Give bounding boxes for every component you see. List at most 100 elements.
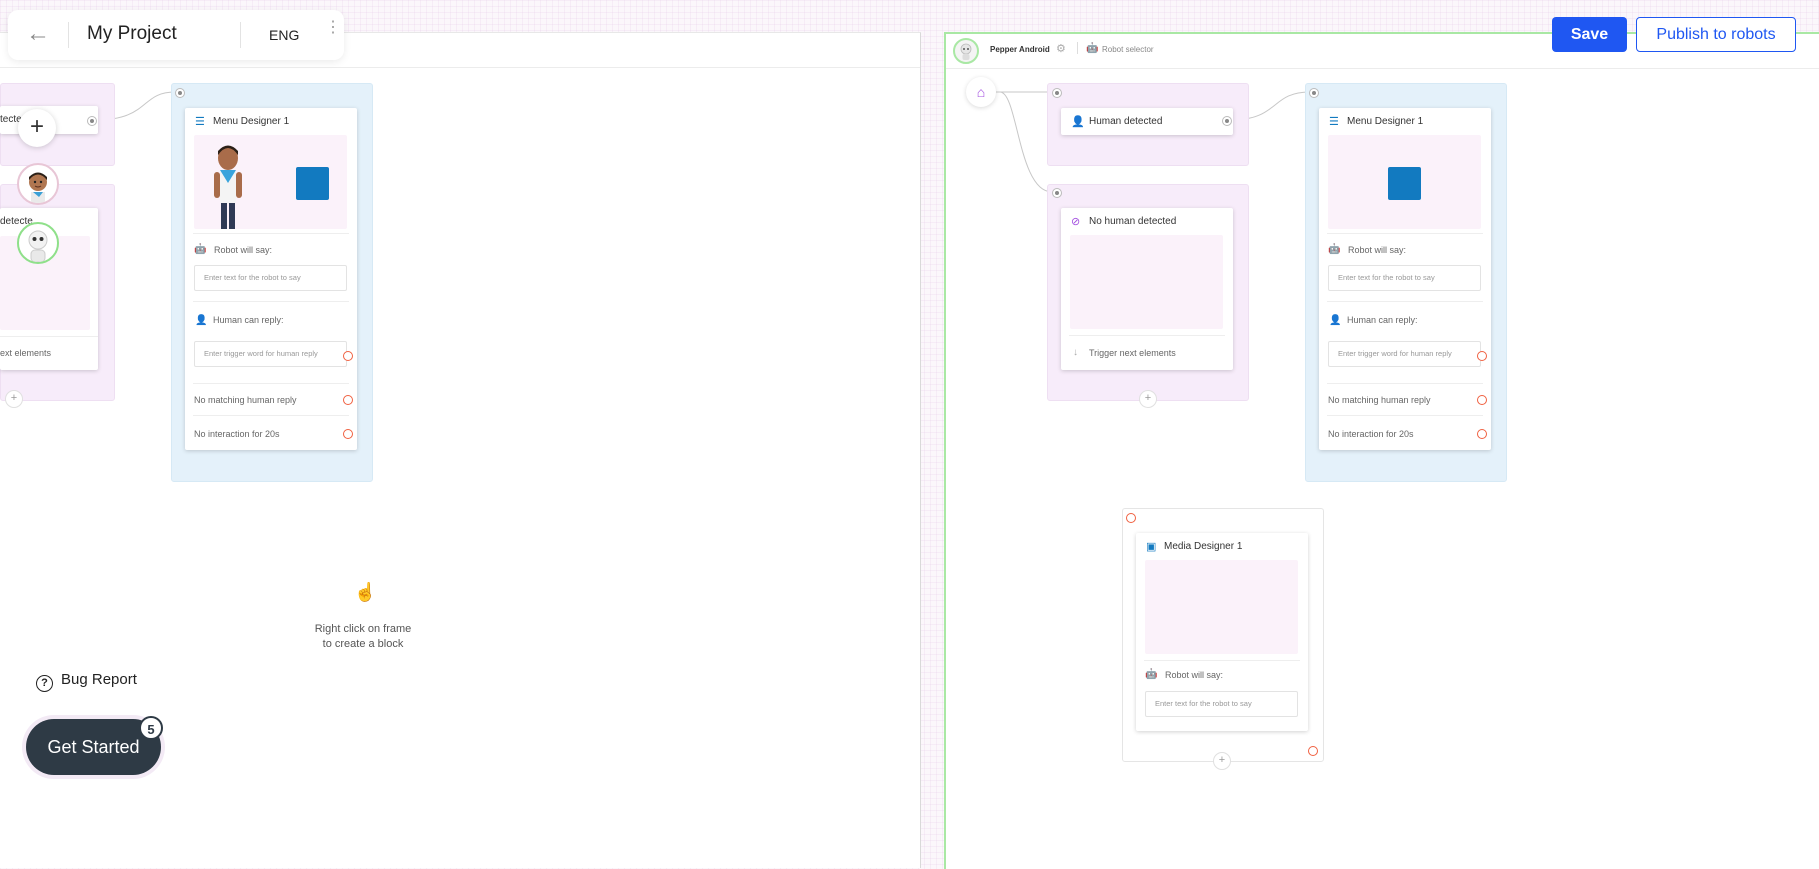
no-interaction-label: No interaction for 20s <box>194 429 280 439</box>
save-button[interactable]: Save <box>1552 17 1627 52</box>
divider <box>0 336 98 337</box>
card-title: No human detected <box>1089 216 1177 227</box>
hint-line-2: to create a block <box>322 638 404 650</box>
add-block-button[interactable]: + <box>1139 390 1157 408</box>
robot-say-input[interactable]: Enter text for the robot to say <box>194 265 347 291</box>
no-match-label: No matching human reply <box>194 395 297 405</box>
output-port[interactable] <box>1222 116 1232 126</box>
robot-say-label: Robot will say: <box>214 245 273 255</box>
no-human-detected-card[interactable]: ⊘ No human detected ↓ Trigger next eleme… <box>1061 208 1233 370</box>
bug-report-link[interactable]: ? Bug Report <box>36 671 137 692</box>
home-icon[interactable]: ⌂ <box>966 77 996 107</box>
preview-area <box>1070 235 1223 329</box>
project-title[interactable]: My Project <box>87 23 177 45</box>
robot-name: Pepper Android <box>990 45 1050 54</box>
menu-preview <box>194 135 347 229</box>
gear-icon[interactable]: ⚙ <box>1056 42 1066 55</box>
input-port[interactable] <box>1052 188 1062 198</box>
divider <box>1327 415 1483 416</box>
card-title: Menu Designer 1 <box>213 116 290 127</box>
input-port[interactable] <box>1309 88 1319 98</box>
add-block-button[interactable]: + <box>1213 752 1231 770</box>
person-icon: 👤 <box>1329 315 1342 326</box>
menu-option-tile[interactable] <box>1388 167 1421 200</box>
language-selector[interactable]: ENG <box>269 27 299 43</box>
robot-say-input[interactable]: Enter text for the robot to say <box>1328 265 1481 291</box>
divider <box>1077 42 1078 54</box>
pointing-hand-icon: ☝ <box>354 582 377 602</box>
robot-say-input[interactable]: Enter text for the robot to say <box>1145 691 1298 717</box>
arrow-down-icon: ↓ <box>1073 347 1078 358</box>
divider <box>1327 301 1483 302</box>
divider <box>193 301 349 302</box>
hint-line-1: Right click on frame <box>314 623 412 635</box>
input-port[interactable] <box>1052 88 1062 98</box>
divider <box>193 415 349 416</box>
robot-avatar[interactable] <box>17 222 59 264</box>
robot-icon: 🤖 <box>1145 669 1158 680</box>
human-reply-label: Human can reply: <box>1347 315 1418 325</box>
get-started-badge: 5 <box>139 716 163 740</box>
character-image <box>214 145 242 229</box>
divider <box>193 383 349 384</box>
divider <box>1327 233 1483 234</box>
project-header: ← My Project ENG ⋮ <box>8 10 344 60</box>
pepper-robot-icon <box>28 230 48 262</box>
human-avatar[interactable] <box>17 163 59 205</box>
reply-output-port[interactable] <box>343 351 353 361</box>
trigger-next-label: Trigger next elements <box>1089 348 1176 358</box>
person-icon: 👤 <box>1071 116 1085 128</box>
divider <box>193 233 349 234</box>
add-button[interactable]: + <box>18 109 56 147</box>
right-menu-designer-card[interactable]: ☰ Menu Designer 1 🤖 Robot will say: Ente… <box>1319 108 1491 450</box>
reply-output-port[interactable] <box>1477 351 1487 361</box>
add-block-button[interactable]: + <box>5 390 23 408</box>
no-match-label: No matching human reply <box>1328 395 1431 405</box>
divider <box>1144 660 1300 661</box>
trigger-next-label: ext elements <box>0 348 52 358</box>
menu-option-tile[interactable] <box>296 167 329 200</box>
kebab-menu-icon[interactable]: ⋮ <box>325 20 341 36</box>
no-interaction-output-port[interactable] <box>1477 429 1487 439</box>
media-input-port[interactable] <box>1126 513 1136 523</box>
divider <box>1327 383 1483 384</box>
robot-say-label: Robot will say: <box>1165 670 1224 680</box>
no-match-output-port[interactable] <box>1477 395 1487 405</box>
no-match-output-port[interactable] <box>343 395 353 405</box>
card-title: Media Designer 1 <box>1164 541 1243 552</box>
no-interaction-label: No interaction for 20s <box>1328 429 1414 439</box>
media-output-port[interactable] <box>1308 746 1318 756</box>
human-reply-input[interactable]: Enter trigger word for human reply <box>194 341 347 367</box>
human-reply-input[interactable]: Enter trigger word for human reply <box>1328 341 1481 367</box>
canvas-hint: Right click on frame to create a block <box>300 622 426 652</box>
robot-icon: 🤖 <box>1086 43 1099 54</box>
wire-home-to-nohuman <box>999 91 1053 193</box>
menu-icon: ☰ <box>195 116 205 128</box>
robot-head-icon <box>960 43 972 60</box>
robot-say-label: Robot will say: <box>1348 245 1407 255</box>
human-detected-card[interactable]: 👤 Human detected <box>1061 108 1233 135</box>
media-icon: ▣ <box>1146 541 1157 553</box>
boy-avatar-icon <box>29 172 47 203</box>
robot-avatar-small[interactable] <box>953 38 979 64</box>
robot-selector[interactable]: Robot selector <box>1102 45 1154 54</box>
input-port[interactable] <box>175 88 185 98</box>
card-title: Human detected <box>1089 116 1163 127</box>
bug-report-label: Bug Report <box>61 671 137 688</box>
card-title: Menu Designer 1 <box>1347 116 1424 127</box>
header-divider <box>68 22 69 48</box>
robot-icon: 🤖 <box>1328 244 1341 255</box>
no-interaction-output-port[interactable] <box>343 429 353 439</box>
person-icon: 👤 <box>195 315 208 326</box>
divider <box>1069 335 1225 336</box>
menu-preview <box>1328 135 1481 229</box>
person-off-icon: ⊘ <box>1071 216 1081 228</box>
header-divider <box>240 22 241 48</box>
human-reply-label: Human can reply: <box>213 315 284 325</box>
output-port[interactable] <box>87 116 97 126</box>
media-designer-card[interactable]: ▣ Media Designer 1 🤖 Robot will say: Ent… <box>1136 533 1308 731</box>
media-preview <box>1145 560 1298 654</box>
arrow-left-icon[interactable]: ← <box>26 22 50 47</box>
publish-to-robots-button[interactable]: Publish to robots <box>1636 17 1796 52</box>
left-menu-designer-card[interactable]: ☰ Menu Designer 1 🤖 Robot will say: Ente… <box>185 108 357 450</box>
